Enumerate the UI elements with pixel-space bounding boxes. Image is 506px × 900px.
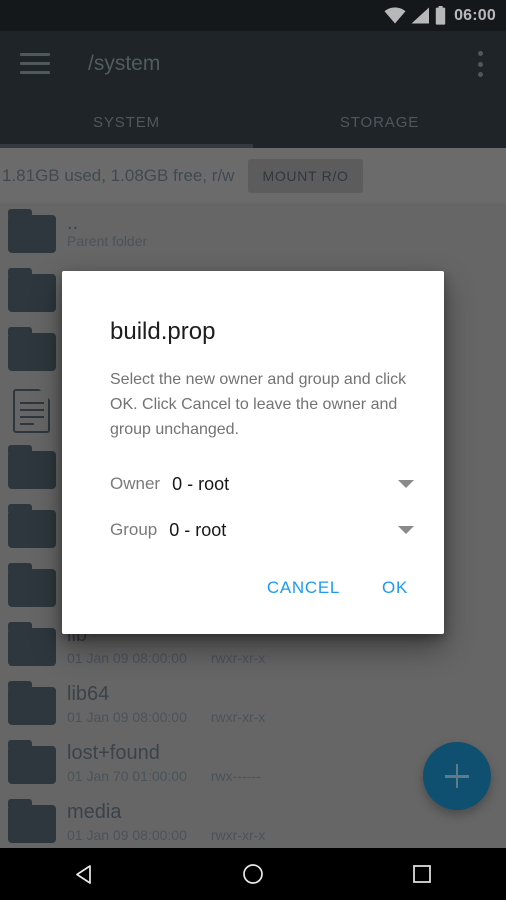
group-label: Group [110, 520, 158, 539]
file-name: lost+found [67, 742, 160, 764]
file-permissions: rwxr-xr-x [210, 709, 266, 725]
tab-bar: SYSTEM STORAGE [0, 97, 506, 148]
file-date: 01 Jan 09 08:00:00 [67, 709, 187, 725]
toolbar-top-row: /system [0, 31, 506, 97]
folder-icon [8, 798, 56, 843]
app-toolbar: /system SYSTEM STORAGE [0, 31, 506, 148]
overflow-menu-icon[interactable] [478, 51, 484, 77]
file-name: lib64 [67, 683, 110, 705]
folder-icon [8, 680, 56, 725]
folder-icon [8, 739, 56, 784]
home-circle-icon [243, 864, 263, 884]
storage-usage-text: 1.81GB used, 1.08GB free, r/w [2, 165, 235, 185]
dialog-message: Select the new owner and group and click… [110, 371, 407, 438]
group-value: 0 - root [169, 519, 227, 540]
file-subtitle: 01 Jan 09 08:00:00 rwxr-xr-x [67, 648, 265, 668]
file-permissions: rwxr-xr-x [210, 650, 266, 666]
status-bar-clock: 06:00 [454, 6, 496, 24]
folder-icon [8, 503, 56, 548]
file-name: .. [67, 211, 79, 234]
file-subtitle: 01 Jan 09 08:00:00 rwxr-xr-x [67, 825, 265, 845]
list-item-meta: lib64 01 Jan 09 08:00:00 rwxr-xr-x [67, 682, 265, 727]
chevron-down-icon[interactable] [398, 480, 414, 488]
mount-info-bar: 1.81GB used, 1.08GB free, r/w MOUNT R/O [0, 148, 506, 203]
page-title: /system [88, 52, 161, 75]
android-navigation-bar [0, 848, 506, 900]
file-name: media [67, 801, 122, 823]
folder-icon [8, 326, 56, 371]
hamburger-menu-icon[interactable] [20, 53, 50, 74]
nav-home-button[interactable] [169, 863, 338, 885]
list-item[interactable]: lib64 01 Jan 09 08:00:00 rwxr-xr-x [0, 675, 506, 734]
folder-icon [8, 444, 56, 489]
add-fab-button[interactable] [423, 742, 491, 810]
list-item[interactable]: .. Parent folder [0, 203, 506, 262]
file-subtitle: 01 Jan 70 01:00:00 rwx------ [67, 766, 261, 786]
file-subtitle: Parent folder [67, 232, 148, 249]
list-item[interactable]: media 01 Jan 09 08:00:00 rwxr-xr-x [0, 793, 506, 852]
chevron-down-icon[interactable] [398, 526, 414, 534]
cancel-button[interactable]: CANCEL [251, 570, 356, 606]
plus-icon-vertical [455, 764, 459, 788]
owner-value: 0 - root [172, 473, 230, 494]
wifi-icon [384, 7, 406, 24]
folder-icon [8, 208, 56, 253]
nav-back-button[interactable] [0, 864, 169, 885]
nav-recents-button[interactable] [337, 864, 506, 884]
folder-icon [8, 621, 56, 666]
ok-button[interactable]: OK [366, 570, 424, 606]
list-item-meta: media 01 Jan 09 08:00:00 rwxr-xr-x [67, 800, 265, 845]
battery-icon [435, 6, 446, 25]
file-date: 01 Jan 09 08:00:00 [67, 650, 187, 666]
chown-dialog: build.prop Select the new owner and grou… [62, 271, 444, 634]
status-bar: 06:00 [0, 0, 506, 31]
folder-icon [8, 267, 56, 312]
back-triangle-icon [75, 864, 91, 884]
owner-field-row[interactable]: Owner 0 - root [62, 462, 444, 506]
owner-label: Owner [110, 474, 161, 493]
tab-storage[interactable]: STORAGE [253, 97, 506, 148]
file-subtitle: 01 Jan 09 08:00:00 rwxr-xr-x [67, 707, 265, 727]
cell-signal-icon [411, 7, 430, 24]
list-item-meta: .. Parent folder [67, 211, 148, 251]
file-icon [8, 388, 56, 433]
group-field-row[interactable]: Group 0 - root [62, 508, 444, 552]
dialog-title: build.prop [110, 318, 216, 345]
dialog-actions: CANCEL OK [62, 552, 444, 634]
tab-system[interactable]: SYSTEM [0, 97, 253, 148]
file-permissions: rwxr-xr-x [210, 827, 266, 843]
list-item-meta: lost+found 01 Jan 70 01:00:00 rwx------ [67, 741, 261, 786]
file-permissions: rwx------ [210, 768, 261, 784]
file-date: 01 Jan 70 01:00:00 [67, 768, 187, 784]
recents-square-icon [412, 865, 431, 883]
folder-icon [8, 562, 56, 607]
file-date: 01 Jan 09 08:00:00 [67, 827, 187, 843]
mount-ro-button[interactable]: MOUNT R/O [248, 158, 363, 193]
